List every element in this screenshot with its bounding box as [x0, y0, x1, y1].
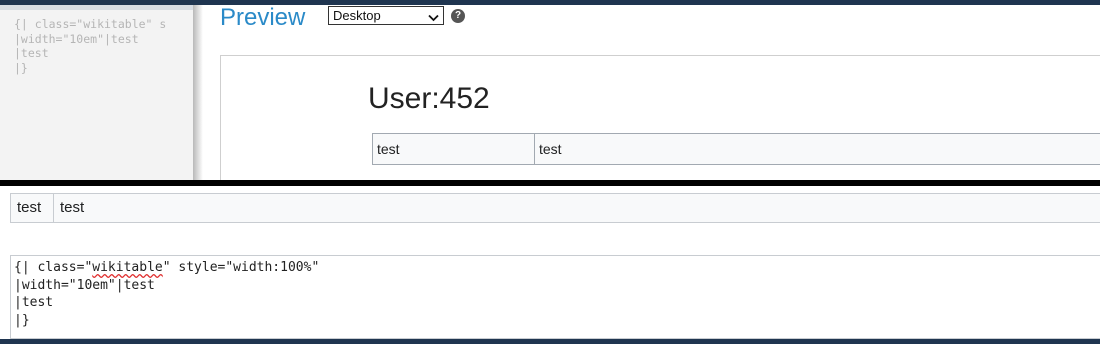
editor-code[interactable]: {| class="wikitable" s |width="10em"|tes…	[14, 17, 166, 75]
source-code[interactable]: {| class="wikitable" style="width:100%" …	[14, 259, 319, 329]
rendered-wikitable: test test	[10, 193, 1100, 223]
source-editor-pane[interactable]: {| class="wikitable" s |width="10em"|tes…	[0, 5, 193, 180]
editor-line: |}	[14, 60, 28, 75]
pane-shadow	[193, 5, 203, 180]
device-select[interactable]: Desktop	[328, 6, 444, 25]
source-line: |width="10em"|test	[14, 277, 155, 293]
top-screenshot-panel: {| class="wikitable" s |width="10em"|tes…	[0, 0, 1100, 180]
panel-divider	[0, 180, 1100, 186]
preview-wikitable: test test	[372, 133, 1100, 165]
preview-title: Preview	[220, 4, 306, 31]
table-cell: test	[60, 199, 85, 216]
editor-line: {| class="wikitable" s	[14, 17, 167, 31]
device-select-value: Desktop	[333, 8, 381, 23]
editor-line: |width="10em"|test	[14, 31, 139, 46]
preview-page-heading: User:452	[368, 82, 490, 115]
question-circle-icon[interactable]: ?	[451, 9, 465, 23]
source-line: |test	[14, 295, 54, 310]
table-cell: test	[539, 141, 562, 157]
source-line-1-suffix: " style="width:100%"	[162, 260, 320, 275]
spellcheck-word: wikitable	[92, 260, 163, 275]
wikitext-source-box[interactable]: {| class="wikitable" style="width:100%" …	[10, 255, 1100, 339]
source-line-1-prefix: {| class="	[14, 260, 93, 275]
table-cell: test	[373, 134, 535, 164]
editor-toolbar-strip	[0, 5, 193, 10]
window-bottom-bar	[0, 339, 1100, 344]
editor-line: |test	[14, 46, 49, 60]
table-cell: test	[11, 194, 54, 222]
source-line: |}	[14, 312, 30, 328]
chevron-down-icon	[428, 10, 439, 25]
